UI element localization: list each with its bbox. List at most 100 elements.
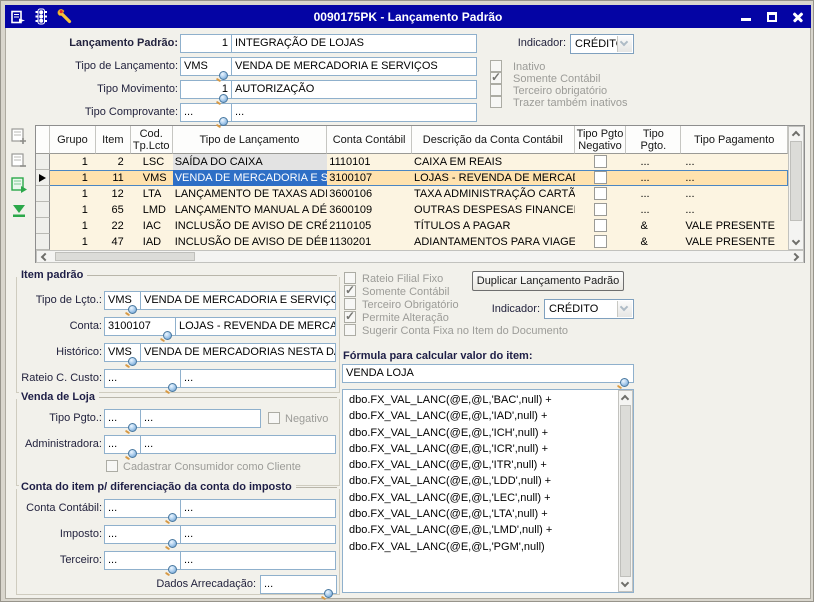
checkbox[interactable] [344,324,356,336]
checkbox[interactable] [490,72,502,84]
field-value-input[interactable]: AUTORIZAÇÃO [231,80,477,99]
grid-column-header[interactable]: Tipo Pagamento [681,126,788,154]
table-row[interactable]: 147IADINCLUSÃO DE AVISO DE DÉBIT1130201A… [36,234,788,250]
field-value-input[interactable]: ... [180,551,336,570]
grid-cell[interactable]: & [626,218,681,234]
grid-cell[interactable] [575,218,627,234]
scrollbar-thumb[interactable] [790,141,802,221]
grid-cell[interactable]: VMS [131,170,173,186]
close-icon[interactable] [791,10,805,24]
grid-cell[interactable]: 1 [50,202,96,218]
pgto-negativo-checkbox[interactable] [594,155,607,168]
grid-cell[interactable]: 1130201 [327,234,412,250]
grid-cell[interactable]: ... [626,186,681,202]
checkbox[interactable] [490,84,502,96]
field-value-input[interactable]: ... [231,103,477,122]
grid-cell[interactable]: ... [681,202,788,218]
grid-cell[interactable]: ... [681,170,788,186]
combo-dropdown-button[interactable] [617,36,632,52]
grid-cell[interactable]: ... [626,170,681,186]
grid-cell[interactable]: 65 [96,202,131,218]
grid-column-header[interactable]: Item [96,126,131,154]
grid-column-header[interactable]: Cod. Tp.Lcto [131,126,173,154]
formula-listbox[interactable]: dbo.FX_VAL_LANC(@E,@L,'BAC',null) +dbo.F… [342,389,634,593]
wrench-icon[interactable] [54,8,74,25]
field-value-input[interactable]: LOJAS - REVENDA DE MERCADO [175,317,336,336]
grid-cell[interactable]: VENDA DE MERCADORIA E SE [173,170,328,186]
form-export-icon[interactable] [8,8,28,25]
grid-cell[interactable]: 1110101 [327,154,412,170]
minimize-icon[interactable] [739,10,753,24]
lookup-icon[interactable] [163,331,172,340]
lookup-icon[interactable] [168,383,177,392]
grid-cell[interactable] [575,234,627,250]
grid-cell[interactable]: TÍTULOS A PAGAR [412,218,575,234]
grid-cell[interactable]: TAXA ADMINISTRAÇÃO CARTÃO DE [412,186,575,202]
go-last-icon[interactable] [10,202,28,220]
grid-cell[interactable]: LANÇAMENTO MANUAL A DÉBI [173,202,328,218]
lookup-icon[interactable] [620,378,629,387]
grid-cell[interactable]: ... [681,186,788,202]
table-row[interactable]: 112LTALANÇAMENTO DE TAXAS ADMI3600106TAX… [36,186,788,202]
scroll-down-icon[interactable] [792,237,800,245]
grid-column-header[interactable]: Tipo Pgto. [626,126,681,154]
field-value-input[interactable]: ... [180,499,336,518]
lookup-icon[interactable] [324,589,333,598]
grid-cell[interactable]: CAIXA EM REAIS [412,154,575,170]
grid-cell[interactable] [575,154,627,170]
scroll-right-icon[interactable] [791,253,799,261]
grid-cell[interactable]: ... [681,154,788,170]
scroll-up-icon[interactable] [792,131,800,139]
checkbox[interactable] [344,285,356,297]
grid-cell[interactable]: LMD [131,202,173,218]
lookup-icon[interactable] [128,423,137,432]
grid-cell[interactable] [575,202,627,218]
cadastrar-consumidor-checkbox[interactable] [106,460,118,472]
field-value-input[interactable]: VENDA DE MERCADORIA E SERVIÇOS [140,291,336,310]
grid-cell[interactable]: 1 [50,218,96,234]
grid-cell[interactable]: 11 [96,170,131,186]
grid-cell[interactable]: IAC [131,218,173,234]
lookup-icon[interactable] [219,71,228,80]
grid-cell[interactable]: 2 [96,154,131,170]
grid-cell[interactable]: 3600109 [327,202,412,218]
lookup-icon[interactable] [168,565,177,574]
grid-column-header[interactable]: Grupo [50,126,96,154]
field-code-input[interactable]: 1 [180,34,232,53]
delete-record-icon[interactable] [10,152,28,170]
grid-cell[interactable]: LTA [131,186,173,202]
grid-cell[interactable]: LANÇAMENTO DE TAXAS ADMI [173,186,328,202]
indicador2-combobox[interactable]: CRÉDITO [544,299,634,319]
post-record-icon[interactable] [10,176,28,194]
field-value-input[interactable]: INTEGRAÇÃO DE LOJAS [231,34,477,53]
field-value-input[interactable]: ... [140,409,261,428]
field-value-input[interactable]: VENDA DE MERCADORIAS NESTA DATA [140,343,336,362]
duplicar-lancamento-button[interactable]: Duplicar Lançamento Padrão [472,271,624,291]
pgto-negativo-checkbox[interactable] [594,219,607,232]
table-row[interactable]: 111VMSVENDA DE MERCADORIA E SE3100107LOJ… [36,170,788,186]
grid-column-header[interactable]: Conta Contábil [327,126,412,154]
grid-cell[interactable]: 1 [50,234,96,250]
grid-cell[interactable]: 47 [96,234,131,250]
grid-cell[interactable]: VALE PRESENTE [681,234,788,250]
checkbox[interactable] [344,311,356,323]
grid-cell[interactable] [575,170,627,186]
field-value-input[interactable]: ... [140,435,336,454]
add-record-icon[interactable] [10,127,28,145]
scrollbar-thumb[interactable] [620,405,631,577]
grid-cell[interactable]: 2110105 [327,218,412,234]
scroll-left-icon[interactable] [41,253,49,261]
grid-cell[interactable]: 1 [50,186,96,202]
table-row[interactable]: 165LMDLANÇAMENTO MANUAL A DÉBI3600109OUT… [36,202,788,218]
grid-cell[interactable]: 3100107 [327,170,412,186]
combo-dropdown-button[interactable] [617,301,632,317]
lookup-icon[interactable] [219,94,228,103]
lookup-icon[interactable] [128,449,137,458]
grid-cell[interactable]: SAÍDA DO CAIXA [173,154,328,170]
grid-cell[interactable]: OUTRAS DESPESAS FINANCEIRAS [412,202,575,218]
grid-cell[interactable]: 22 [96,218,131,234]
grid-cell[interactable]: 1 [50,154,96,170]
formula-scrollbar[interactable] [618,390,633,592]
grid-cell[interactable]: 12 [96,186,131,202]
grid-cell[interactable]: ADIANTAMENTOS PARA VIAGENS E [412,234,575,250]
